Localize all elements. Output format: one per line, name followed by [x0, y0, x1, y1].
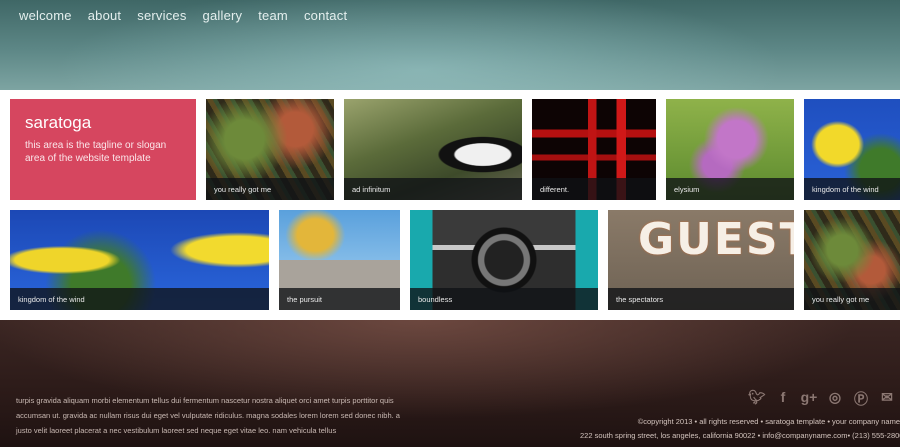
gallery-tile[interactable]: different.: [532, 99, 656, 200]
pinterest-icon[interactable]: Ⓟ: [848, 389, 874, 409]
address-text: 222 south spring street, los angeles, ca…: [580, 431, 900, 440]
tile-caption: ad infinitum: [344, 178, 522, 200]
tile-caption: kingdom of the wind: [804, 178, 900, 200]
gallery-tile[interactable]: the pursuit: [279, 210, 400, 310]
tile-caption: the pursuit: [279, 288, 400, 310]
footer-lorem: turpis gravida aliquam morbi elementum t…: [16, 396, 400, 435]
guest-sign: GUEST: [638, 214, 794, 265]
tile-caption: the spectators: [608, 288, 794, 310]
main-nav: welcome about services gallery team cont…: [19, 8, 363, 23]
nav-team[interactable]: team: [258, 8, 288, 23]
tile-caption: you really got me: [804, 288, 900, 310]
gallery-tile[interactable]: kingdom of the wind: [10, 210, 269, 310]
site-title: saratoga: [25, 113, 92, 132]
social-links: 🐦︎ f g+ ◎ Ⓟ ✉︎: [744, 389, 900, 409]
gallery-tile[interactable]: you really got me: [206, 99, 334, 200]
tile-caption: elysium: [666, 178, 794, 200]
nav-contact[interactable]: contact: [304, 8, 347, 23]
brand-box: saratoga this area is the tagline or slo…: [10, 99, 196, 200]
nav-about[interactable]: about: [88, 8, 122, 23]
dribbble-icon[interactable]: ◎: [822, 389, 848, 409]
nav-welcome[interactable]: welcome: [19, 8, 72, 23]
gallery-band: saratoga this area is the tagline or slo…: [0, 90, 900, 320]
facebook-icon[interactable]: f: [770, 389, 796, 409]
twitter-icon[interactable]: 🐦︎: [744, 389, 770, 409]
header: welcome about services gallery team cont…: [0, 0, 900, 90]
gallery-tile[interactable]: kingdom of the wind: [804, 99, 900, 200]
tile-caption: boundless: [410, 288, 598, 310]
tile-caption: you really got me: [206, 178, 334, 200]
gallery-tile[interactable]: ad infinitum: [344, 99, 522, 200]
tile-caption: different.: [532, 178, 656, 200]
gallery-tile[interactable]: boundless: [410, 210, 598, 310]
gallery-tile[interactable]: elysium: [666, 99, 794, 200]
google-plus-icon[interactable]: g+: [796, 389, 822, 409]
footer: turpis gravida aliquam morbi elementum t…: [0, 320, 900, 447]
copyright-text: ©copyright 2013 • all rights reserved • …: [637, 417, 900, 426]
gallery-tile[interactable]: GUEST the spectators: [608, 210, 794, 310]
nav-services[interactable]: services: [137, 8, 186, 23]
gallery-tile[interactable]: you really got me: [804, 210, 900, 310]
nav-gallery[interactable]: gallery: [203, 8, 243, 23]
tile-caption: kingdom of the wind: [10, 288, 269, 310]
site-tagline: this area is the tagline or slogan area …: [25, 140, 167, 164]
email-icon[interactable]: ✉︎: [874, 389, 900, 409]
